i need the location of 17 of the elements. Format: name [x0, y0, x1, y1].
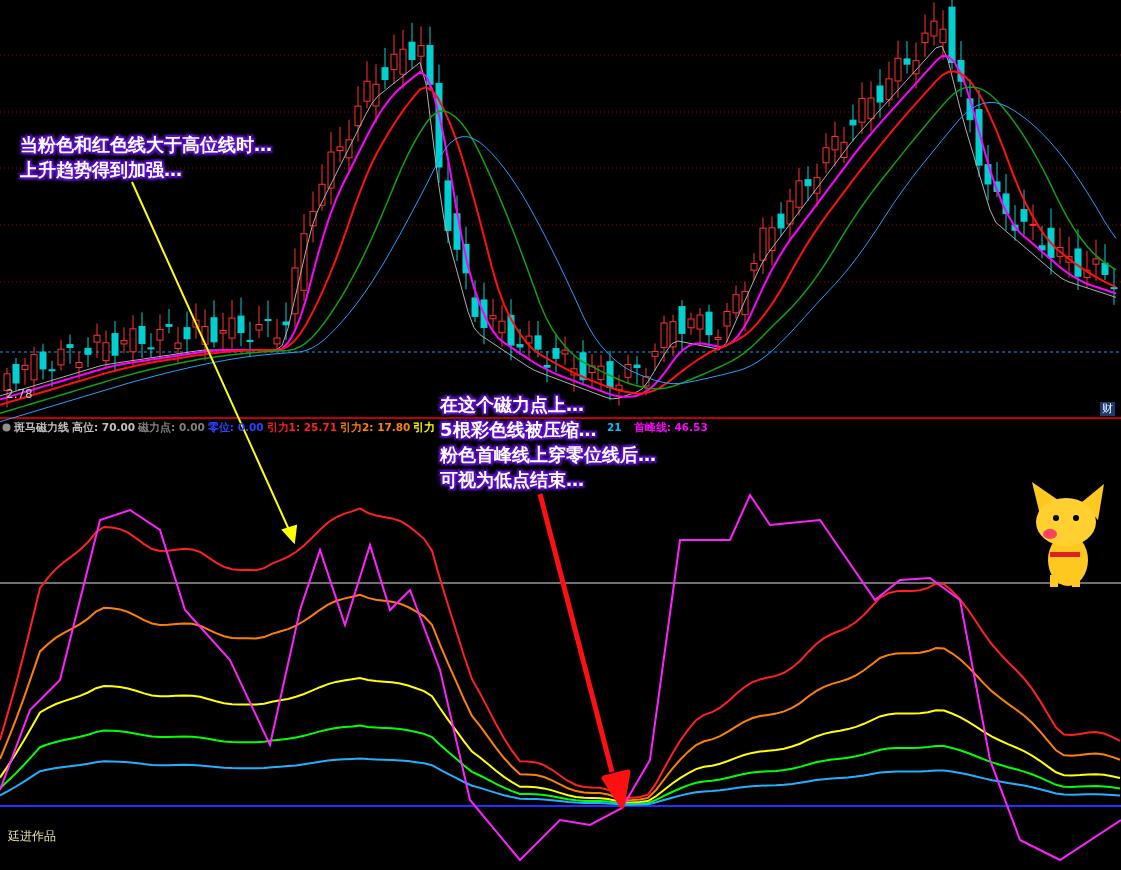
callout-text: 粉色首峰线上穿零位线后…: [440, 443, 656, 467]
callout-text: 在这个磁力点上…: [440, 393, 584, 417]
callout-text: 上升趋势得到加强…: [20, 158, 182, 182]
legend-text: 高位: 70.00: [72, 420, 136, 435]
finance-button[interactable]: 财: [1100, 402, 1115, 416]
callout-text: 可视为低点结束…: [440, 468, 584, 492]
callout-text: 当粉色和红色线大于高位线时…: [20, 133, 272, 157]
legend-text: 21: [607, 420, 622, 435]
legend-text: 首峰线: 46.53: [633, 420, 708, 435]
legend-text: 引力: [413, 420, 436, 435]
callout-text: 5根彩色线被压缩…: [440, 418, 597, 442]
credit-text: 廷进作品: [8, 828, 56, 845]
legend-text: 引力1: 25.71: [266, 420, 337, 435]
legend-text: 磁力点: 0.00: [138, 420, 205, 435]
legend-text: 引力2: 17.80: [340, 420, 411, 435]
legend-text: 斑马磁力线: [14, 420, 69, 435]
circle-icon: [2, 422, 11, 432]
